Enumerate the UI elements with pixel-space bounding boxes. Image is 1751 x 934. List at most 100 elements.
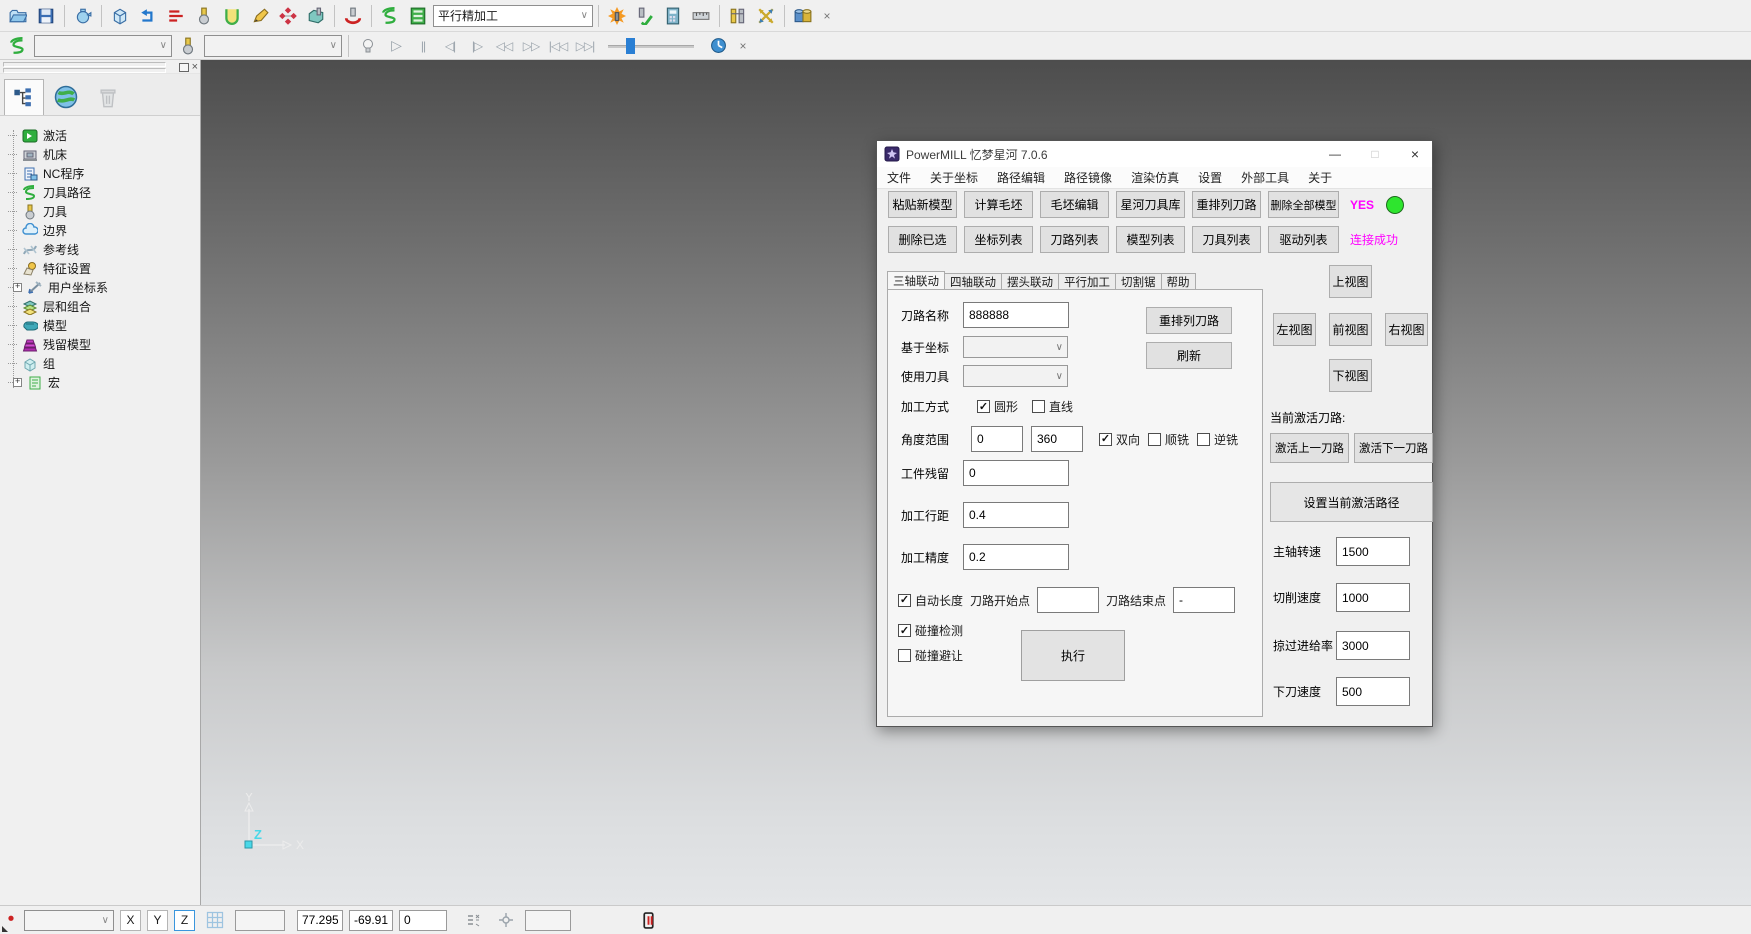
- tab-help[interactable]: 帮助: [1162, 273, 1196, 290]
- close-icon[interactable]: ×: [192, 61, 198, 73]
- tree-item-nc-program[interactable]: NC程序: [8, 164, 200, 183]
- line-checkbox[interactable]: [1032, 400, 1045, 413]
- cutting-speed-field[interactable]: [1336, 583, 1410, 612]
- step-forward-icon[interactable]: |▷: [465, 35, 489, 57]
- coord-list-button[interactable]: 坐标列表: [964, 226, 1033, 253]
- coord-x-field[interactable]: [297, 910, 343, 931]
- cylinders-icon[interactable]: [790, 3, 816, 29]
- tree-item-toolpaths[interactable]: 刀具路径: [8, 183, 200, 202]
- refresh-button[interactable]: 刷新: [1146, 342, 1232, 369]
- chevron-down-icon[interactable]: ∨: [102, 915, 109, 926]
- drive-list-button[interactable]: 驱动列表: [1268, 226, 1339, 253]
- tree-item-levels[interactable]: 层和组合: [8, 297, 200, 316]
- close-icon[interactable]: ×: [1398, 141, 1432, 167]
- tree-item-macros[interactable]: 宏: [8, 373, 200, 392]
- conventional-mill-checkbox[interactable]: [1197, 433, 1210, 446]
- stock-left-field[interactable]: [963, 460, 1069, 486]
- minimize-icon[interactable]: —: [1318, 141, 1352, 167]
- play-icon[interactable]: ▷: [384, 35, 408, 57]
- tab-recycle-bin[interactable]: [88, 79, 128, 115]
- both-direction-checkbox[interactable]: [1099, 433, 1112, 446]
- strategy-combobox[interactable]: 平行精加工 ∨: [433, 5, 593, 27]
- close-icon[interactable]: ×: [734, 37, 752, 55]
- toolpath-name-field[interactable]: [963, 302, 1069, 328]
- save-icon[interactable]: [33, 3, 59, 29]
- tool-combobox[interactable]: ∨: [204, 35, 342, 57]
- chevron-down-icon[interactable]: ∨: [330, 40, 337, 51]
- x-axis-button[interactable]: X: [120, 910, 141, 931]
- delete-all-models-button[interactable]: 删除全部模型: [1268, 191, 1339, 218]
- menu-path-edit[interactable]: 路径编辑: [997, 169, 1045, 186]
- tab-parallel[interactable]: 平行加工: [1059, 273, 1116, 290]
- tab-explorer-tree[interactable]: [4, 79, 44, 115]
- plunge-speed-field[interactable]: [1336, 677, 1410, 706]
- expand-icon[interactable]: [13, 283, 22, 292]
- boundary-icon[interactable]: [219, 3, 245, 29]
- start-point-field[interactable]: [1037, 587, 1099, 613]
- skip-start-icon[interactable]: |◁◁: [546, 35, 570, 57]
- set-active-path-button[interactable]: 设置当前激活路径: [1270, 482, 1433, 522]
- slider-handle[interactable]: [626, 38, 635, 54]
- coord-y-field[interactable]: [349, 910, 393, 931]
- tab-saw[interactable]: 切割锯: [1116, 273, 1162, 290]
- nc-program-icon[interactable]: [163, 3, 189, 29]
- tab-world[interactable]: [46, 79, 86, 115]
- tool-library-button[interactable]: 星河刀具库: [1116, 191, 1185, 218]
- stock-edit-button[interactable]: 毛坯编辑: [1040, 191, 1109, 218]
- close-icon[interactable]: ×: [818, 7, 836, 25]
- grid-size-field[interactable]: [235, 910, 285, 931]
- tab-3axis[interactable]: 三轴联动: [887, 271, 945, 290]
- stepover-field[interactable]: [963, 502, 1069, 528]
- menu-about[interactable]: 关于: [1308, 169, 1332, 186]
- speed-dial-icon[interactable]: [705, 33, 731, 59]
- xyz-list-icon[interactable]: [461, 907, 487, 933]
- lightbulb-icon[interactable]: [355, 33, 381, 59]
- pause-icon[interactable]: ||: [411, 35, 435, 57]
- activate-next-toolpath-button[interactable]: 激活下一刀路: [1354, 433, 1433, 463]
- star-tool-icon[interactable]: [604, 3, 630, 29]
- panel-grip[interactable]: ×: [0, 60, 200, 74]
- tree-item-machine[interactable]: 机床: [8, 145, 200, 164]
- toolpath-list-button[interactable]: 刀路列表: [1040, 226, 1109, 253]
- tool-arc-icon[interactable]: [340, 3, 366, 29]
- dialog-titlebar[interactable]: PowerMILL 忆梦星河 7.0.6 — □ ×: [877, 141, 1432, 167]
- z-axis-button[interactable]: Z: [174, 910, 195, 931]
- tab-4axis[interactable]: 四轴联动: [945, 273, 1002, 290]
- calculator-icon[interactable]: [660, 3, 686, 29]
- menu-render-sim[interactable]: 渲染仿真: [1131, 169, 1179, 186]
- fast-forward-icon[interactable]: ▷▷: [519, 35, 543, 57]
- expand-icon[interactable]: [13, 378, 22, 387]
- menu-coords[interactable]: 关于坐标: [930, 169, 978, 186]
- angle-to-field[interactable]: [1031, 426, 1083, 452]
- chevron-down-icon[interactable]: ∨: [1056, 342, 1063, 353]
- float-panel-icon[interactable]: [179, 63, 189, 72]
- clipboard-pause-icon[interactable]: [635, 907, 661, 933]
- create-tool-icon[interactable]: [191, 3, 217, 29]
- view-front-button[interactable]: 前视图: [1329, 313, 1372, 346]
- tool-check-icon[interactable]: [632, 3, 658, 29]
- feature-set-icon[interactable]: [303, 3, 329, 29]
- speed-slider[interactable]: [608, 37, 694, 55]
- view-bottom-button[interactable]: 下视图: [1329, 359, 1372, 392]
- collision-avoid-checkbox[interactable]: [898, 649, 911, 662]
- tree-item-models[interactable]: 模型: [8, 316, 200, 335]
- menu-file[interactable]: 文件: [887, 169, 911, 186]
- spindle-speed-field[interactable]: [1336, 537, 1410, 566]
- base-coord-combobox[interactable]: ∨: [963, 336, 1068, 358]
- rearrange-toolpath-button[interactable]: 重排列刀路: [1192, 191, 1261, 218]
- toolpath-create-icon[interactable]: [135, 3, 161, 29]
- view-left-button[interactable]: 左视图: [1273, 313, 1316, 346]
- tree-item-workplanes[interactable]: 用户坐标系: [8, 278, 200, 297]
- rewind-icon[interactable]: ◁◁: [492, 35, 516, 57]
- delete-selected-button[interactable]: 删除已选: [888, 226, 957, 253]
- tree-item-boundaries[interactable]: 边界: [8, 221, 200, 240]
- paste-new-model-button[interactable]: 粘贴新模型: [888, 191, 957, 218]
- pencil-edit-icon[interactable]: [247, 3, 273, 29]
- angle-from-field[interactable]: [971, 426, 1023, 452]
- workplane-combobox[interactable]: ∨: [24, 910, 114, 931]
- collision-check-checkbox[interactable]: [898, 624, 911, 637]
- climb-mill-checkbox[interactable]: [1148, 433, 1161, 446]
- grid-icon[interactable]: [201, 908, 229, 932]
- tree-item-groups[interactable]: 组: [8, 354, 200, 373]
- tree-item-activate[interactable]: 激活: [8, 126, 200, 145]
